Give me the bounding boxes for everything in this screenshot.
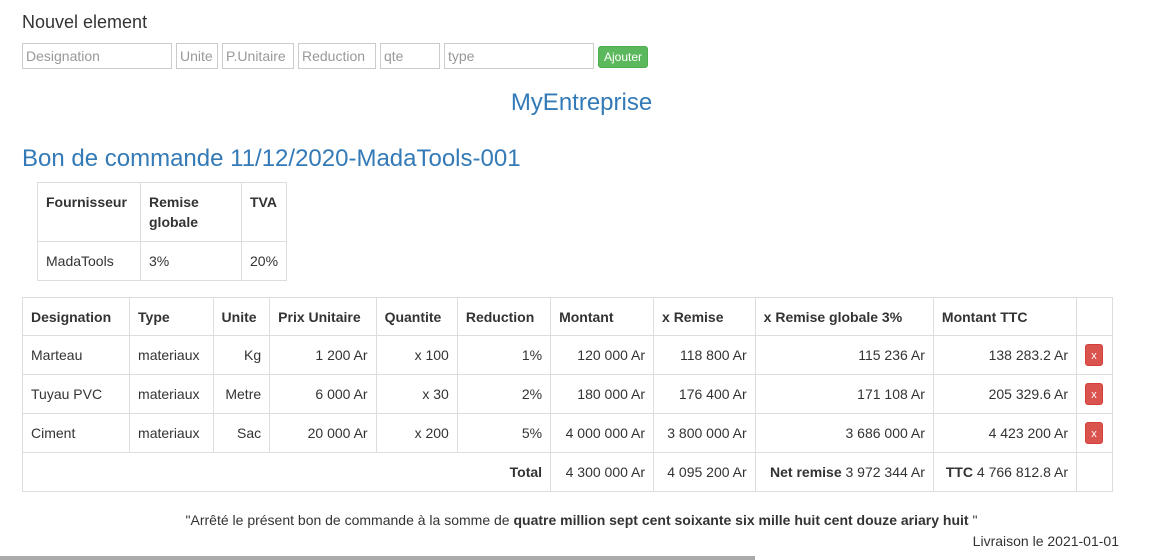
vat-value: 20% [240,241,288,281]
footer-suffix: " [968,512,978,528]
delete-cell: x [1076,335,1113,375]
delete-row-button[interactable]: x [1085,422,1103,444]
supplier-header-row: Fournisseur Remise globale TVA [37,182,288,242]
item-amount-ttc: 4 423 200 Ar [932,413,1078,453]
empty-cell [1076,452,1113,492]
item-designation: Ciment [21,413,131,453]
item-after-global-discount: 3 686 000 Ar [754,413,934,453]
total-amount: 4 300 000 Ar [550,452,655,492]
horizontal-scrollbar[interactable] [0,556,755,560]
supplier-header-cell: TVA [240,182,288,242]
ttc-value: 4 766 812.8 Ar [976,464,1068,480]
amount-in-words: "Arrêté le présent bon de commande à la … [0,511,1158,529]
new-element-heading: Nouvel element [22,12,148,32]
item-unit: Kg [212,335,271,375]
unite-input[interactable] [176,43,218,69]
items-table: Designation Type Unite Prix Unitaire Qua… [21,297,1113,492]
delivery-date: Livraison le 2021-01-01 [972,533,1119,549]
item-amount-ttc: 138 283.2 Ar [932,335,1078,375]
supplier-table: Fournisseur Remise globale TVA MadaTools… [37,182,288,281]
item-designation: Tuyau PVC [21,374,131,414]
items-header-cell: Designation [21,297,131,336]
ttc-cell: TTC 4 766 812.8 Ar [932,452,1078,492]
items-header-cell: Type [129,297,214,336]
item-amount: 4 000 000 Ar [550,413,655,453]
items-header-cell: Unite [212,297,271,336]
delete-row-button[interactable]: x [1085,383,1103,405]
net-discount-label: Net remise [770,464,842,480]
footer-prefix: "Arrêté le présent bon de commande à la … [185,512,514,528]
item-unit-price: 20 000 Ar [269,413,377,453]
item-amount-ttc: 205 329.6 Ar [932,374,1078,414]
items-header-row: Designation Type Unite Prix Unitaire Qua… [21,297,1113,336]
amount-words: quatre million sept cent soixante six mi… [513,512,969,528]
supplier-header-cell: Fournisseur [37,182,141,242]
table-row: Ciment materiaux Sac 20 000 Ar x 200 5% … [21,413,1113,453]
item-after-global-discount: 115 236 Ar [754,335,934,375]
order-title: Bon de commande 11/12/2020-MadaTools-001 [22,145,521,172]
item-unit-price: 1 200 Ar [269,335,377,375]
delete-row-button[interactable]: x [1085,344,1103,366]
items-header-cell: x Remise globale 3% [754,297,934,336]
delete-cell: x [1076,413,1113,453]
total-after-discount: 4 095 200 Ar [653,452,756,492]
quantity-input[interactable] [380,43,440,69]
supplier-header-cell: Remise globale [140,182,242,242]
type-input[interactable] [444,43,594,69]
items-header-cell: Montant TTC [932,297,1078,336]
items-header-cell: Quantite [375,297,458,336]
totals-row: Total 4 300 000 Ar 4 095 200 Ar Net remi… [21,452,1113,492]
item-reduction: 5% [456,413,552,453]
item-designation: Marteau [21,335,131,375]
item-type: materiaux [129,374,214,414]
item-after-global-discount: 171 108 Ar [754,374,934,414]
table-row: Marteau materiaux Kg 1 200 Ar x 100 1% 1… [21,335,1113,375]
item-unit-price: 6 000 Ar [269,374,377,414]
item-amount: 180 000 Ar [550,374,655,414]
items-header-cell: x Remise [653,297,756,336]
global-discount-header: Remise globale [149,194,199,230]
total-label: Total [21,452,552,492]
unit-price-input[interactable] [222,43,294,69]
global-discount-value: 3% [140,241,242,281]
item-after-discount: 118 800 Ar [653,335,756,375]
item-amount: 120 000 Ar [550,335,655,375]
item-after-discount: 176 400 Ar [653,374,756,414]
item-unit: Sac [212,413,271,453]
item-quantity: x 100 [375,335,458,375]
item-reduction: 2% [456,374,552,414]
actions-header-cell [1076,297,1113,336]
reduction-input[interactable] [298,43,376,69]
item-type: materiaux [129,335,214,375]
supplier-name: MadaTools [37,241,141,281]
net-discount-cell: Net remise 3 972 344 Ar [754,452,934,492]
items-header-cell: Prix Unitaire [269,297,377,336]
supplier-row: MadaTools 3% 20% [37,241,288,281]
item-unit: Metre [212,374,271,414]
designation-input[interactable] [22,43,172,69]
net-discount-value: 3 972 344 Ar [845,464,925,480]
item-quantity: x 30 [375,374,458,414]
items-header-cell: Montant [550,297,655,336]
add-button[interactable]: Ajouter [598,46,648,68]
table-row: Tuyau PVC materiaux Metre 6 000 Ar x 30 … [21,374,1113,414]
item-reduction: 1% [456,335,552,375]
items-header-cell: Reduction [456,297,552,336]
company-name: MyEntreprise [510,89,653,116]
item-after-discount: 3 800 000 Ar [653,413,756,453]
item-type: materiaux [129,413,214,453]
delete-cell: x [1076,374,1113,414]
ttc-label: TTC [945,464,974,480]
item-quantity: x 200 [375,413,458,453]
